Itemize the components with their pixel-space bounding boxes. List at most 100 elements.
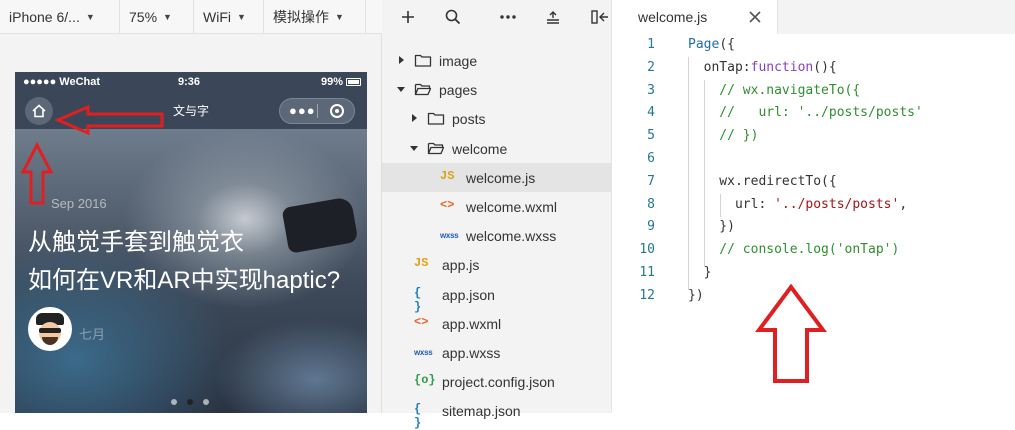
folder-open-icon — [427, 142, 445, 154]
chevron-right-icon[interactable] — [409, 113, 419, 123]
tree-item-label: welcome — [452, 140, 508, 157]
code-token: wx.redirectTo({ — [688, 173, 837, 189]
tree-item-pages[interactable]: pages — [382, 75, 612, 104]
code-token: url: — [688, 196, 775, 212]
panel-toggle-icon — [591, 10, 608, 24]
code-token: function — [750, 59, 814, 75]
plus-icon — [402, 11, 414, 23]
battery-icon — [346, 78, 361, 86]
code-line[interactable]: 1 Page({ — [613, 34, 1015, 57]
device-dropdown[interactable]: iPhone 6/... ▼ — [0, 0, 120, 34]
code-line[interactable]: 6 — [613, 148, 1015, 171]
zoom-label: 75% — [129, 8, 158, 25]
tree-item-project-config-json[interactable]: {o} project.config.json — [382, 367, 612, 396]
code-text: }) — [688, 219, 735, 234]
tab-label: welcome.js — [638, 9, 708, 25]
wxss-file-icon: wxss — [440, 231, 459, 241]
line-number: 9 — [647, 219, 655, 235]
code-text: // url: '../posts/posts' — [688, 105, 923, 120]
line-number: 8 — [647, 196, 655, 212]
code-token: , — [899, 196, 908, 212]
new-file-button[interactable] — [394, 0, 422, 34]
more-icon[interactable]: ●●● — [289, 103, 316, 118]
code-line[interactable]: 12}) — [613, 285, 1015, 308]
tree-item-app-json[interactable]: { } app.json — [382, 280, 612, 314]
vr-headset-shape — [281, 196, 359, 254]
code-text: // }) — [688, 128, 758, 143]
zoom-dropdown[interactable]: 75% ▼ — [120, 0, 194, 34]
code-token: (){ — [813, 59, 837, 75]
line-number: 11 — [639, 265, 655, 280]
network-dropdown[interactable]: WiFi ▼ — [194, 0, 264, 34]
tree-item-image[interactable]: image — [382, 46, 612, 75]
code-line[interactable]: 4 // url: '../posts/posts' — [613, 102, 1015, 125]
avatar — [28, 307, 72, 351]
close-icon[interactable] — [747, 9, 763, 25]
tree-item-welcome-wxss[interactable]: wxss welcome.wxss — [382, 221, 612, 250]
code-line[interactable]: 8 url: '../posts/posts', — [613, 194, 1015, 217]
swiper-dot[interactable] — [203, 399, 209, 405]
wxml-file-icon: <> — [414, 314, 429, 329]
code-token: }) — [688, 287, 704, 303]
chevron-down-icon[interactable] — [396, 84, 406, 94]
explorer-toolbar — [382, 0, 612, 34]
chevron-right-icon[interactable] — [396, 55, 406, 65]
code-token: }) — [688, 219, 735, 235]
code-token: } — [688, 265, 712, 280]
ellipsis-icon — [500, 15, 516, 19]
network-label: WiFi — [203, 8, 231, 25]
tree-item-label: project.config.json — [442, 374, 555, 391]
code-line[interactable]: 10 // console.log('onTap') — [613, 239, 1015, 262]
chevron-down-icon[interactable] — [409, 143, 419, 153]
config-file-icon: {o} — [414, 373, 436, 388]
folder-icon — [414, 54, 432, 67]
tree-item-label: welcome.wxss — [466, 228, 557, 245]
code-line[interactable]: 3 // wx.navigateTo({ — [613, 80, 1015, 103]
json-file-icon: { } — [414, 285, 422, 314]
capsule-divider — [317, 104, 318, 118]
code-token: // console.log('onTap') — [688, 242, 900, 258]
tree-item-posts[interactable]: posts — [382, 104, 612, 133]
carrier-label: ●●●●● WeChat — [23, 76, 101, 88]
tree-item-app-wxml[interactable]: <> app.wxml — [382, 309, 612, 338]
code-line[interactable]: 9 }) — [613, 216, 1015, 239]
code-text: url: '../posts/posts', — [688, 197, 907, 212]
line-number: 5 — [647, 128, 655, 144]
close-miniprogram-icon[interactable] — [330, 104, 344, 118]
code-line[interactable]: 2 onTap:function(){ — [613, 57, 1015, 80]
tree-item-label: pages — [439, 82, 478, 99]
tree-item-sitemap-json[interactable]: { } sitemap.json — [382, 396, 612, 430]
code-text: }) — [688, 288, 704, 303]
wxml-file-icon: <> — [440, 198, 455, 212]
code-line[interactable]: 5 // }) — [613, 125, 1015, 148]
code-text: // console.log('onTap') — [688, 242, 899, 257]
line-number: 3 — [647, 82, 655, 98]
code-text: } — [688, 265, 712, 280]
code-line[interactable]: 11 } — [613, 262, 1015, 285]
tree-item-label: app.wxml — [442, 315, 502, 332]
code-line[interactable]: 7 wx.redirectTo({ — [613, 171, 1015, 194]
panel-toggle-button[interactable] — [586, 0, 614, 34]
tree-item-app-js[interactable]: JS app.js — [382, 250, 612, 279]
tree-item-label: posts — [452, 111, 486, 128]
tree-item-label: app.wxss — [442, 345, 501, 361]
tree-item-welcome-js[interactable]: JS welcome.js — [382, 162, 612, 192]
collapse-button[interactable] — [539, 0, 567, 34]
more-actions-button[interactable] — [494, 0, 522, 34]
nav-bar: 文与字 ●●● — [15, 92, 367, 129]
device-label: iPhone 6/... — [9, 8, 80, 25]
tree-item-welcome-wxml[interactable]: <> welcome.wxml — [382, 192, 612, 221]
line-number: 6 — [647, 151, 655, 166]
banner-image[interactable]: Sep 2016 从触觉手套到触觉衣 如何在VR和AR中实现haptic? 七月 — [15, 129, 367, 413]
operation-dropdown[interactable]: 模拟操作 ▼ — [264, 0, 366, 34]
code-editor: welcome.js 1 Page({2 onTap:function(){3 /… — [613, 0, 1015, 413]
tree-item-label: welcome.js — [466, 169, 536, 186]
js-file-icon: JS — [414, 256, 429, 271]
tab-welcome-js[interactable]: welcome.js — [613, 0, 778, 34]
tree-item-welcome[interactable]: welcome — [382, 134, 612, 163]
swiper-dot-active[interactable] — [187, 399, 193, 405]
search-button[interactable] — [439, 0, 467, 34]
swiper-dot[interactable] — [171, 399, 177, 405]
tree-item-app-wxss[interactable]: wxss app.wxss — [382, 338, 612, 367]
code-token: // }) — [688, 128, 759, 144]
